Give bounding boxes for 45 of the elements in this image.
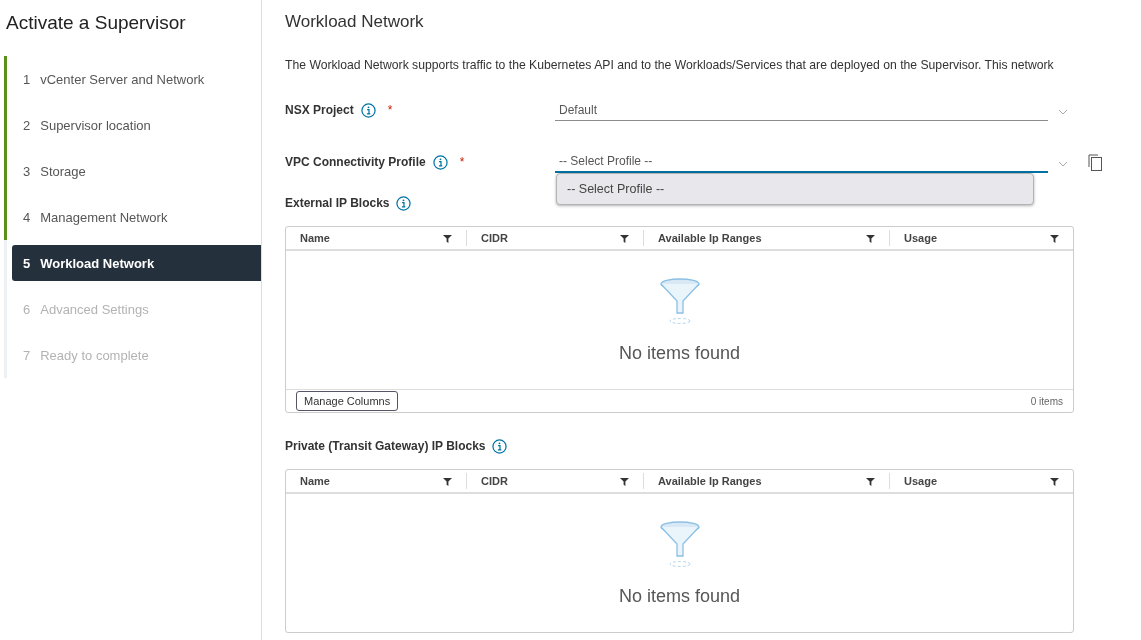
column-header[interactable]: Name bbox=[300, 475, 330, 487]
wizard-step[interactable]: 5 Workload Network bbox=[12, 245, 261, 281]
wizard-step[interactable]: 3 Storage bbox=[12, 153, 261, 189]
column-header[interactable]: CIDR bbox=[481, 232, 508, 244]
description-text: The Workload Network supports traffic to the Kubernetes API and to the Workloads/Services that are deployed on the Supervisor. This network bbox=[285, 58, 1055, 72]
dropdown-option[interactable]: -- Select Profile -- bbox=[557, 182, 665, 196]
filter-icon[interactable] bbox=[443, 476, 452, 486]
wizard-step[interactable]: 4 Management Network bbox=[12, 199, 261, 235]
info-icon[interactable] bbox=[491, 438, 507, 454]
column-header[interactable]: CIDR bbox=[481, 475, 508, 487]
empty-state-text: No items found bbox=[618, 342, 741, 364]
filter-icon[interactable] bbox=[620, 476, 629, 486]
copy-icon[interactable] bbox=[1088, 153, 1102, 171]
empty-state-text: No items found bbox=[618, 585, 741, 607]
info-icon[interactable] bbox=[432, 154, 448, 170]
wizard-step[interactable]: 1 vCenter Server and Network bbox=[12, 61, 261, 97]
column-header[interactable]: Usage bbox=[904, 475, 938, 487]
filter-icon[interactable] bbox=[1050, 233, 1059, 243]
page-title: Workload Network bbox=[285, 11, 425, 33]
funnel-icon bbox=[658, 519, 701, 568]
column-header[interactable]: Available Ip Ranges bbox=[658, 475, 762, 487]
filter-icon[interactable] bbox=[866, 476, 875, 486]
field-label: VPC Connectivity Profile bbox=[285, 155, 426, 169]
filter-icon[interactable] bbox=[443, 233, 452, 243]
info-icon[interactable] bbox=[360, 102, 376, 118]
wizard-step[interactable]: 2 Supervisor location bbox=[12, 107, 261, 143]
manage-columns-button[interactable]: Manage Columns bbox=[296, 391, 399, 411]
info-icon[interactable] bbox=[395, 195, 411, 211]
filter-icon[interactable] bbox=[620, 233, 629, 243]
filter-icon[interactable] bbox=[866, 233, 875, 243]
required-mark: * bbox=[387, 103, 393, 117]
chevron-down-icon bbox=[1058, 161, 1068, 167]
section-title: External IP Blocks bbox=[285, 196, 390, 210]
chevron-down-icon bbox=[1058, 109, 1068, 115]
section-title: Private (Transit Gateway) IP Blocks bbox=[285, 439, 486, 453]
field-label: NSX Project bbox=[285, 103, 354, 117]
funnel-icon bbox=[658, 276, 701, 325]
wizard-title: Activate a Supervisor bbox=[5, 11, 187, 35]
select-field[interactable]: Default bbox=[555, 99, 1048, 121]
column-header[interactable]: Usage bbox=[904, 232, 938, 244]
item-count: 0 items bbox=[1030, 395, 1063, 407]
column-header[interactable]: Name bbox=[300, 232, 330, 244]
filter-icon[interactable] bbox=[1050, 476, 1059, 486]
column-header[interactable]: Available Ip Ranges bbox=[658, 232, 762, 244]
required-mark: * bbox=[459, 155, 465, 169]
